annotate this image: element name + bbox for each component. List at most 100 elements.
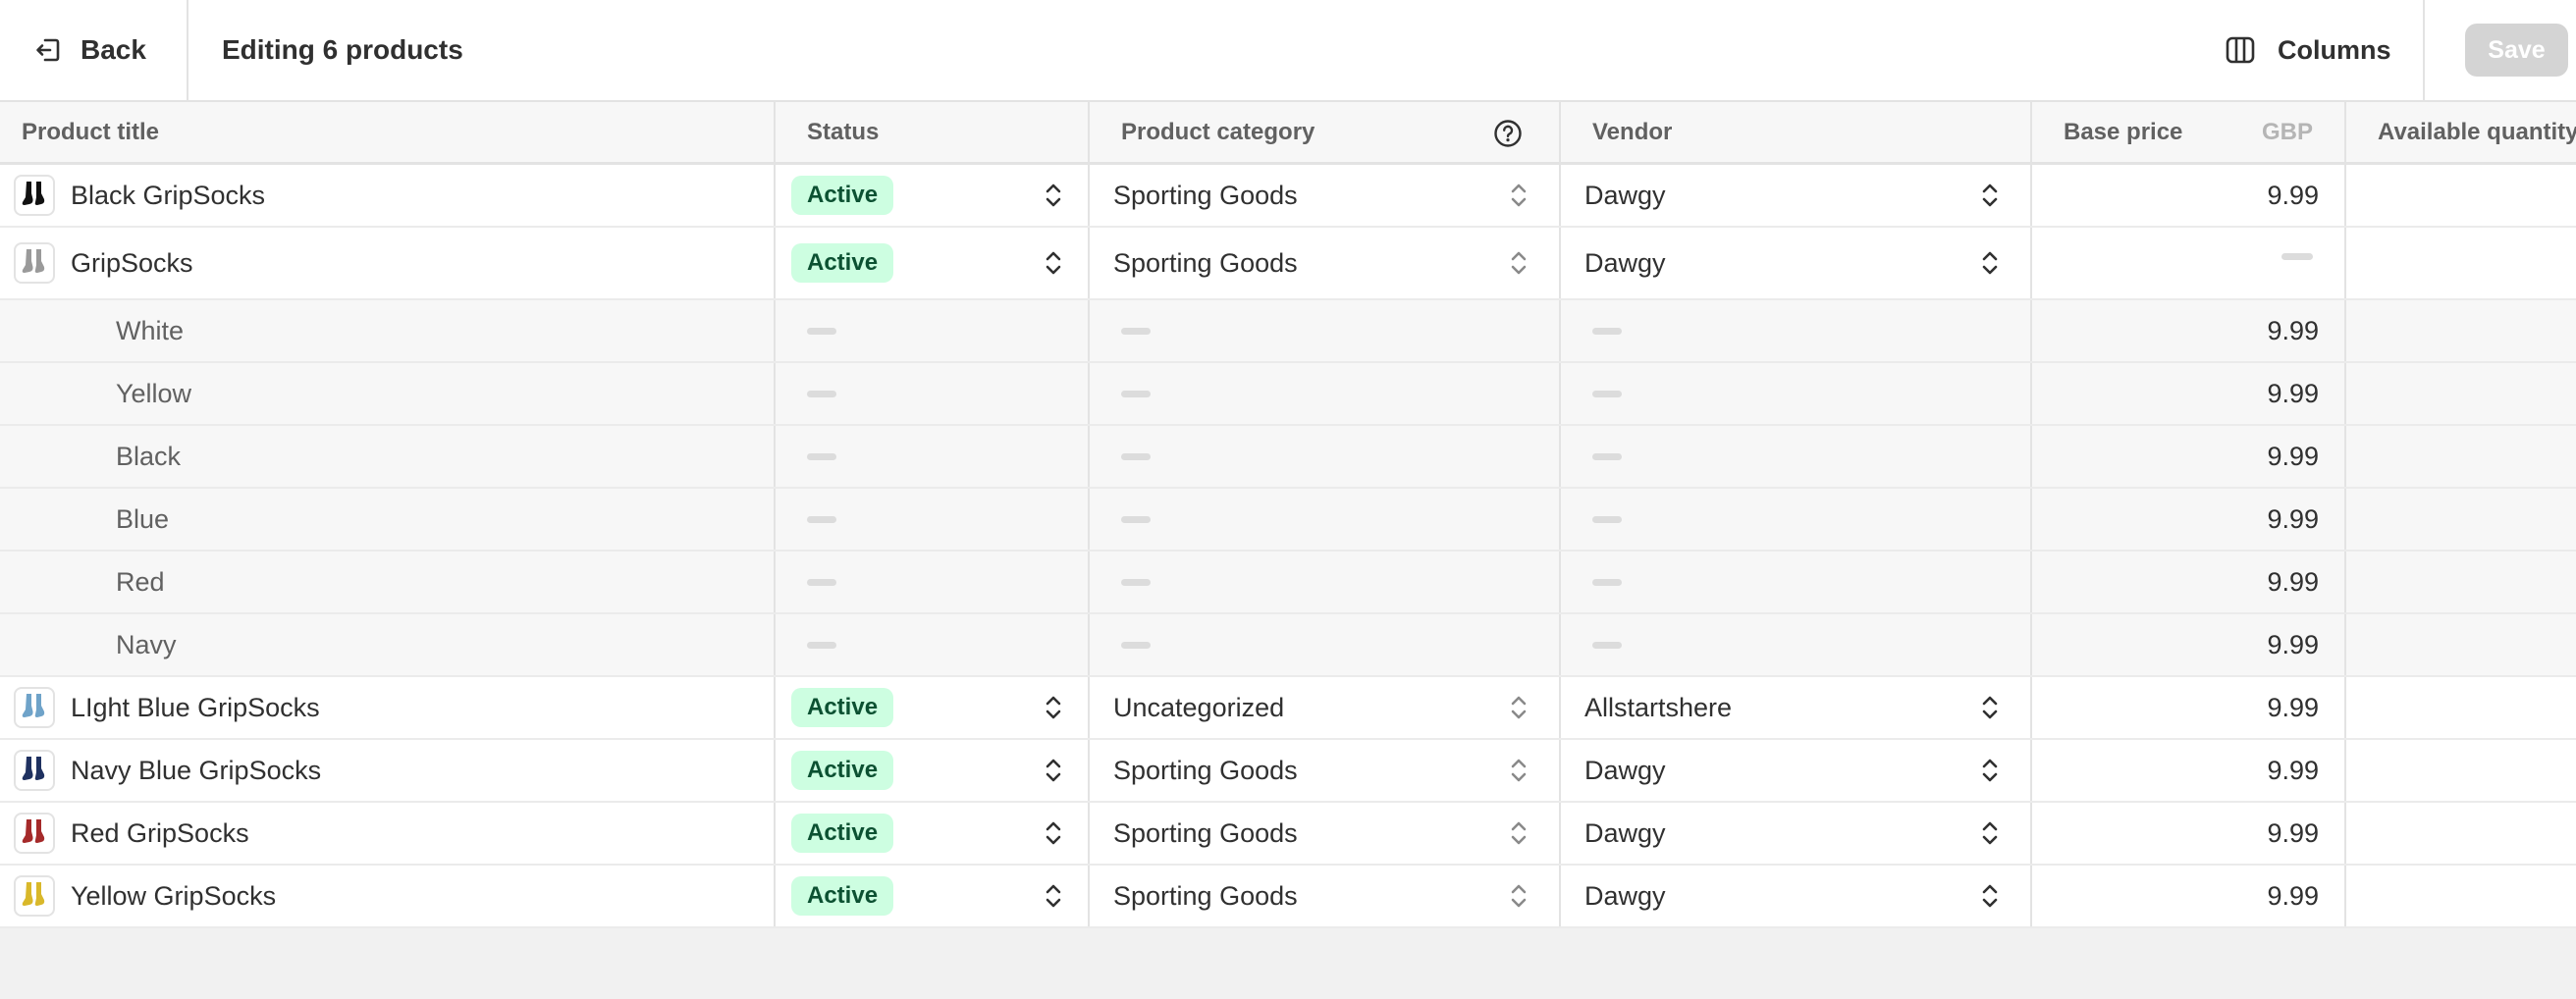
- status-badge: Active: [791, 751, 894, 790]
- column-header-label: Base price: [2064, 118, 2183, 145]
- price-value: 9.99: [2267, 755, 2319, 785]
- price-cell[interactable]: 9.99: [2032, 803, 2346, 864]
- empty-placeholder: [1121, 327, 1151, 335]
- category-cell: [1090, 489, 1561, 550]
- category-select[interactable]: Sporting Goods: [1090, 740, 1561, 801]
- category-select[interactable]: Sporting Goods: [1090, 803, 1561, 864]
- vendor-cell: [1561, 363, 2032, 424]
- columns-button[interactable]: Columns: [2209, 0, 2421, 100]
- column-header-status[interactable]: Status: [776, 102, 1090, 162]
- table-row: Navy Blue GripSocks Active Sporting Goods D…: [0, 740, 2576, 803]
- save-button[interactable]: Save: [2465, 24, 2568, 77]
- quantity-cell[interactable]: [2346, 165, 2576, 226]
- top-bar: Back Editing 6 products Columns Save: [0, 0, 2576, 102]
- title-cell[interactable]: Red: [0, 552, 776, 612]
- quantity-cell[interactable]: [2346, 740, 2576, 801]
- quantity-cell[interactable]: [2346, 677, 2576, 738]
- price-value: 9.99: [2267, 503, 2319, 534]
- quantity-cell[interactable]: [2346, 803, 2576, 864]
- price-cell[interactable]: 9.99: [2032, 165, 2346, 226]
- title-cell[interactable]: Yellow GripSocks: [0, 866, 776, 926]
- empty-placeholder: [807, 452, 836, 460]
- price-value: 9.99: [2267, 441, 2319, 471]
- columns-icon: [2225, 34, 2256, 66]
- quantity-cell[interactable]: [2346, 300, 2576, 361]
- table-row: LIght Blue GripSocks Active Uncategorized A…: [0, 677, 2576, 740]
- vendor-select[interactable]: Dawgy: [1561, 803, 2032, 864]
- category-select[interactable]: Sporting Goods: [1090, 165, 1561, 226]
- table-row: Yellow GripSocks Active Sporting Goods Dawg…: [0, 866, 2576, 928]
- variant-title: Blue: [116, 503, 170, 534]
- variant-row: Black 9.99: [0, 426, 2576, 489]
- price-cell[interactable]: 9.99: [2032, 426, 2346, 487]
- status-select[interactable]: Active: [776, 677, 1090, 738]
- category-select[interactable]: Sporting Goods: [1090, 866, 1561, 926]
- title-cell[interactable]: GripSocks: [0, 228, 776, 298]
- variant-row: Red 9.99: [0, 552, 2576, 614]
- price-value: 9.99: [2267, 629, 2319, 659]
- exit-icon: [33, 35, 63, 65]
- vendor-cell: [1561, 552, 2032, 612]
- price-cell[interactable]: 9.99: [2032, 363, 2346, 424]
- status-select[interactable]: Active: [776, 803, 1090, 864]
- title-cell[interactable]: White: [0, 300, 776, 361]
- quantity-cell[interactable]: [2346, 363, 2576, 424]
- column-header-quantity[interactable]: Available quantity: [2346, 102, 2576, 162]
- title-cell[interactable]: Red GripSocks: [0, 803, 776, 864]
- price-cell[interactable]: 9.99: [2032, 614, 2346, 675]
- status-badge: Active: [791, 176, 894, 215]
- status-badge: Active: [791, 814, 894, 853]
- price-cell: [2032, 228, 2346, 298]
- column-header-vendor[interactable]: Vendor: [1561, 102, 2032, 162]
- price-value: 9.99: [2267, 378, 2319, 408]
- price-value: 9.99: [2267, 315, 2319, 345]
- title-cell[interactable]: Yellow: [0, 363, 776, 424]
- price-cell[interactable]: 9.99: [2032, 677, 2346, 738]
- back-button[interactable]: Back: [0, 0, 188, 100]
- quantity-cell[interactable]: [2346, 489, 2576, 550]
- divider: [2423, 0, 2425, 100]
- quantity-cell[interactable]: [2346, 426, 2576, 487]
- column-header-category[interactable]: Product category: [1090, 102, 1561, 162]
- vendor-select[interactable]: Dawgy: [1561, 228, 2032, 298]
- price-cell[interactable]: 9.99: [2032, 489, 2346, 550]
- vendor-value: Dawgy: [1584, 817, 1666, 848]
- column-header-price[interactable]: Base price GBP: [2032, 102, 2346, 162]
- chevron-updown-icon: [1979, 755, 2001, 786]
- title-cell[interactable]: Blue: [0, 489, 776, 550]
- column-header-title[interactable]: Product title: [0, 102, 776, 162]
- sock-icon: [20, 754, 49, 788]
- quantity-cell[interactable]: [2346, 552, 2576, 612]
- price-cell[interactable]: 9.99: [2032, 740, 2346, 801]
- title-cell[interactable]: Black: [0, 426, 776, 487]
- currency-label: GBP: [2261, 118, 2313, 145]
- vendor-value: Dawgy: [1584, 247, 1666, 278]
- vendor-select[interactable]: Dawgy: [1561, 866, 2032, 926]
- vendor-select[interactable]: Dawgy: [1561, 165, 2032, 226]
- category-cell: [1090, 363, 1561, 424]
- quantity-cell[interactable]: [2346, 866, 2576, 926]
- category-select[interactable]: Sporting Goods: [1090, 228, 1561, 298]
- price-cell[interactable]: 9.99: [2032, 866, 2346, 926]
- column-header-label: Product category: [1121, 118, 1315, 145]
- status-select[interactable]: Active: [776, 740, 1090, 801]
- vendor-value: Dawgy: [1584, 880, 1666, 911]
- status-select[interactable]: Active: [776, 866, 1090, 926]
- vendor-select[interactable]: Dawgy: [1561, 740, 2032, 801]
- chevron-updown-icon: [1043, 817, 1064, 849]
- price-cell[interactable]: 9.99: [2032, 552, 2346, 612]
- quantity-cell[interactable]: [2346, 614, 2576, 675]
- status-select[interactable]: Active: [776, 165, 1090, 226]
- vendor-select[interactable]: Allstartshere: [1561, 677, 2032, 738]
- title-cell[interactable]: Navy Blue GripSocks: [0, 740, 776, 801]
- quantity-cell[interactable]: [2346, 228, 2576, 298]
- price-cell[interactable]: 9.99: [2032, 300, 2346, 361]
- help-icon[interactable]: [1492, 118, 1524, 149]
- title-cell[interactable]: Black GripSocks: [0, 165, 776, 226]
- status-select[interactable]: Active: [776, 228, 1090, 298]
- title-cell[interactable]: Navy: [0, 614, 776, 675]
- category-select[interactable]: Uncategorized: [1090, 677, 1561, 738]
- title-cell[interactable]: LIght Blue GripSocks: [0, 677, 776, 738]
- column-header-label: Vendor: [1592, 118, 1673, 145]
- chevron-updown-icon: [1043, 247, 1064, 279]
